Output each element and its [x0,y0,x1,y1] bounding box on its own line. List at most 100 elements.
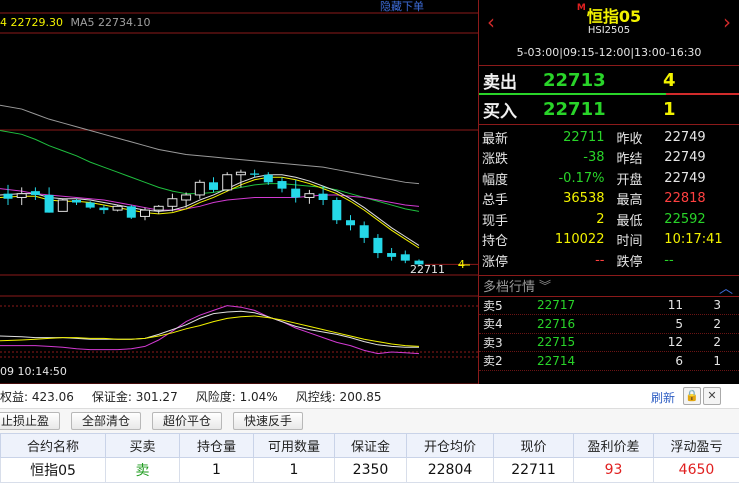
contract-code: HSI2505 [587,25,631,36]
column-header[interactable]: 买卖 [105,433,180,458]
column-header[interactable]: 保证金 [334,433,407,458]
candle-body [387,253,397,257]
risk-ratio: 风险度: 1.04% [195,389,278,404]
stat-label: 最新 [482,131,509,147]
depth-price[interactable]: 22715 [537,335,597,349]
ask-price[interactable]: 22713 [543,70,663,91]
candle-body [140,209,150,217]
bid-price[interactable]: 22711 [543,99,663,120]
close-icon[interactable]: ✕ [703,387,721,405]
ask-label: 卖出 [483,72,517,93]
candle-body [181,194,192,201]
collapse-icon[interactable]: ︿ [719,278,733,298]
position-cell: 4650 [653,457,739,483]
stat-label: 现手 [482,213,509,229]
stat-value: -- [595,252,605,268]
stat-label: 涨跌 [482,152,509,168]
stop-loss-take-profit-button[interactable]: 止损止盈 [0,412,61,430]
candle-body [373,237,383,254]
depth-price[interactable]: 22714 [537,354,597,368]
candle-body [263,174,273,183]
stat-label: 总手 [482,193,509,209]
market-close-button[interactable]: 超价平仓 [152,412,223,430]
position-actions: 止损止盈 全部清仓 超价平仓 快速反手 [0,408,739,433]
stat-value: 22592 [664,211,706,227]
reverse-position-button[interactable]: 快速反手 [233,412,304,430]
chevron-double-down-icon[interactable]: ︾ [539,277,551,294]
risk-line: 风控线: 200.85 [295,389,382,404]
refresh-link[interactable]: 刷新 [651,389,675,406]
position-cell: 1 [253,457,335,483]
lock-icon[interactable]: 🔒 [683,387,701,405]
column-header[interactable]: 盈利价差 [573,433,654,458]
depth-level: 卖2 [483,354,503,369]
ask-row[interactable]: 卖出 22713 4 [479,66,739,95]
stat-label: 昨收 [616,131,643,147]
contract-title: M恒指05 [479,3,739,27]
depth-level: 卖5 [483,298,503,313]
position-row[interactable]: 恒指05 卖 1 1 2350 22804 22711 93 4650 [0,457,739,483]
quote-stat-row: 现手 2 最低 22592 [479,209,739,230]
candle-body [194,181,205,196]
stat-value: -0.17% [558,170,605,186]
depth-row[interactable]: 卖3 22715 12 2 [479,334,739,352]
stat-value: 2 [596,211,605,227]
depth-row[interactable]: 卖4 22716 5 2 [479,315,739,334]
ask-volume: 4 [663,69,676,91]
position-cell: 1 [179,457,254,483]
depth-title: 多档行情 [483,280,536,295]
candle-body [44,194,54,213]
main-contract-tag: M [576,3,586,13]
close-all-button[interactable]: 全部清仓 [71,412,142,430]
kline-chart[interactable] [0,0,478,384]
last-price-tag: 22711 [410,263,445,276]
stat-label: 涨停 [482,254,509,270]
depth-extra: 3 [713,298,721,313]
contract-name: 恒指05 [586,7,642,26]
ma-line-gray [0,104,420,185]
stat-label: 昨结 [616,152,643,168]
candle-body [318,193,328,200]
kline-chart-area[interactable]: 4 22729.30 MA5 22734.10 隐藏下单 22711 4 09 … [0,0,478,384]
depth-extra: 1 [713,353,721,368]
candle-body [291,188,301,198]
quote-stat-row: 最新 22711 昨收 22749 [479,127,739,148]
candle-body [277,181,287,189]
bid-row[interactable]: 买入 22711 1 [479,95,739,124]
column-header[interactable]: 现价 [493,433,574,458]
depth-row[interactable]: 卖2 22714 6 1 [479,352,739,371]
depth-price[interactable]: 22717 [537,298,597,312]
ma5-value: MA5 22734.10 [70,16,151,29]
candle-body [304,193,315,198]
positions-header: 合约名称 买卖 持仓量 可用数量 保证金 开仓均价 现价 盈利价差 浮动盈亏 [0,433,739,458]
stat-label: 幅度 [482,172,509,188]
candle-body [222,174,233,191]
hide-order-link[interactable]: 隐藏下单 [380,0,424,14]
position-cell: 93 [573,457,654,483]
candle-body [112,205,123,211]
bid-volume: 1 [663,99,676,120]
column-header[interactable]: 合约名称 [0,433,106,458]
position-cell: 恒指05 [0,457,106,483]
stat-value: -38 [583,150,605,166]
column-header[interactable]: 浮动盈亏 [653,433,739,458]
candle-body [57,199,68,212]
next-contract-icon[interactable]: › [723,10,731,34]
candle-body [359,225,369,238]
depth-header[interactable]: 多档行情 ︾ ︿ [479,274,739,298]
depth-level: 卖3 [483,335,503,350]
stat-label: 开盘 [616,172,643,188]
position-cell: 22804 [406,457,494,483]
depth-price[interactable]: 22716 [537,317,597,331]
depth-row[interactable]: 卖5 22717 11 3 [479,297,739,315]
candle-body [209,182,218,190]
trading-session: 5-03:00|09:15-12:00|13:00-16:30 [516,46,702,59]
candle-body [346,220,355,226]
candle-body [99,207,109,211]
column-header[interactable]: 持仓量 [179,433,254,458]
column-header[interactable]: 可用数量 [253,433,335,458]
column-header[interactable]: 开仓均价 [406,433,494,458]
depth-list: 卖5 22717 11 3 卖4 22716 5 2 卖3 22715 12 2 卖2 22714 6 1 [479,297,739,371]
stat-label: 最高 [616,193,643,209]
stat-label: 最低 [616,213,643,229]
